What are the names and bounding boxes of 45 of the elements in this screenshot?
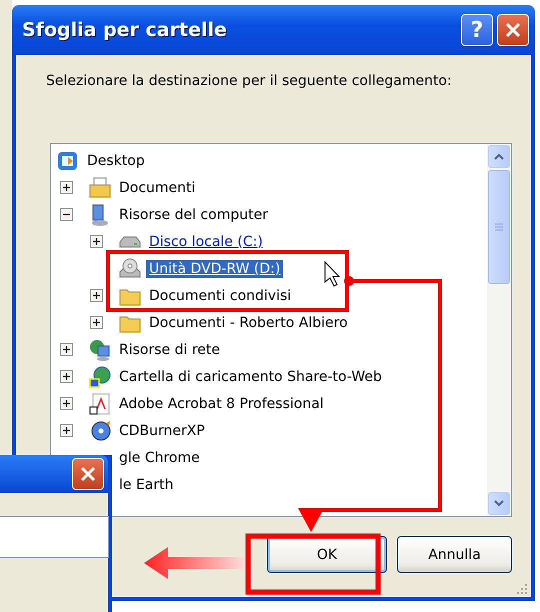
help-button[interactable]: ? (461, 14, 493, 46)
expand-toggle[interactable] (60, 343, 73, 356)
document-shortcut-icon (88, 392, 112, 416)
tree-item[interactable]: Documenti condivisi (146, 286, 294, 304)
close-icon (79, 465, 97, 483)
prompt-text: Selezionare la destinazione per il seguente collegamento: (46, 73, 453, 91)
tree-item[interactable]: Documenti - Roberto Albiero (146, 314, 351, 332)
scroll-up-button[interactable] (488, 145, 510, 168)
tree-item[interactable]: CDBurnerXP (116, 422, 208, 440)
cancel-button[interactable]: Annulla (397, 536, 512, 573)
expand-toggle[interactable] (60, 181, 73, 194)
expand-toggle[interactable] (60, 370, 73, 383)
close-button[interactable] (497, 14, 529, 46)
tree-item[interactable]: gle Chrome (116, 448, 203, 466)
window-title: Sfoglia per cartelle (22, 19, 228, 41)
close-icon (504, 21, 522, 39)
expand-toggle[interactable] (90, 235, 103, 248)
up-chevron-icon (494, 153, 504, 160)
expand-toggle[interactable] (60, 424, 73, 437)
collapse-toggle[interactable] (60, 208, 73, 221)
tree-item[interactable]: Adobe Acrobat 8 Professional (116, 394, 327, 412)
tree-item[interactable]: Desktop (84, 152, 148, 170)
tree-item[interactable]: Disco locale (C:) (146, 232, 266, 250)
expand-toggle[interactable] (90, 316, 103, 329)
tree-item[interactable]: Documenti (116, 178, 198, 196)
documents-folder-icon (88, 176, 112, 200)
scrollbar[interactable] (487, 144, 511, 516)
tree-item[interactable]: Unità DVD-RW (D:) (146, 260, 284, 278)
tree-item[interactable]: Cartella di caricamento Share-to-Web (116, 368, 385, 386)
tree-item[interactable]: Risorse del computer (116, 206, 271, 224)
grip-icon (495, 223, 503, 231)
mouse-cursor-icon (324, 260, 340, 287)
input-field[interactable] (0, 516, 109, 558)
resize-grip-icon (516, 582, 528, 594)
tree-item[interactable]: Risorse di rete (116, 340, 223, 358)
tree-item[interactable]: le Earth (116, 476, 176, 494)
optical-drive-icon (118, 256, 142, 280)
close-button[interactable] (72, 458, 104, 490)
scroll-down-button[interactable] (488, 492, 510, 515)
expand-toggle[interactable] (60, 397, 73, 410)
down-chevron-icon (494, 500, 504, 507)
network-icon (88, 338, 112, 362)
globe-icon (88, 364, 112, 388)
expand-toggle[interactable] (90, 289, 103, 302)
scroll-thumb[interactable] (488, 170, 510, 284)
